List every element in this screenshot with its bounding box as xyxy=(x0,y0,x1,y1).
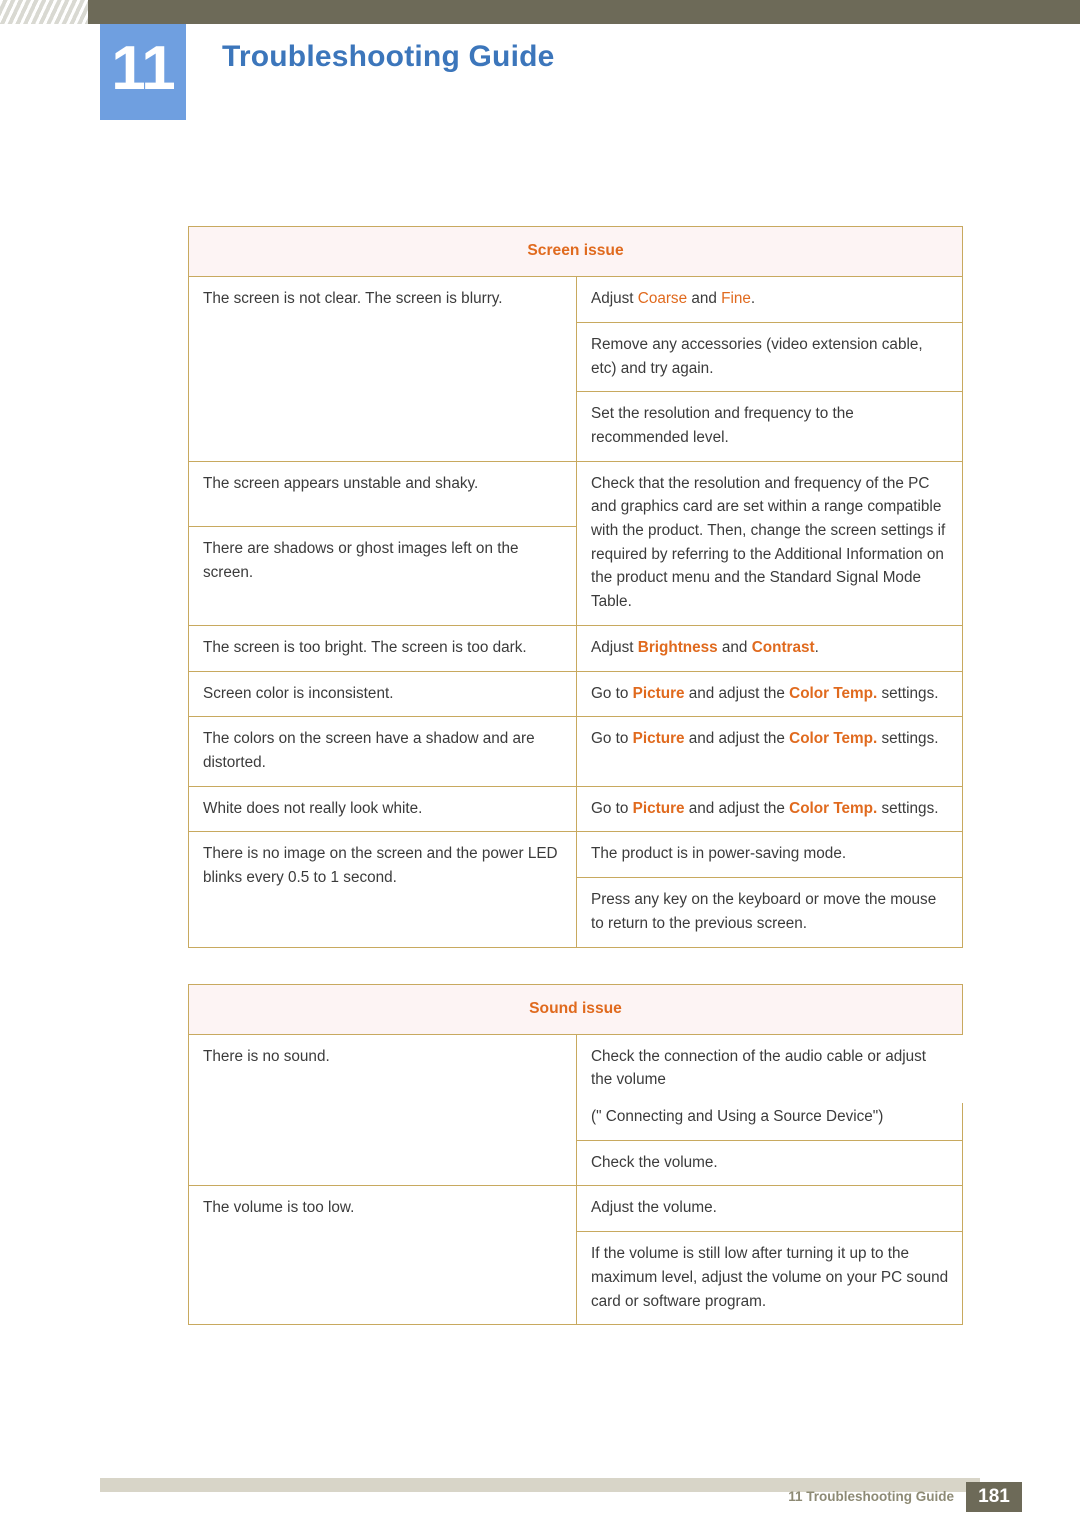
screen-issue-table: Screen issue The screen is not clear. Th… xyxy=(187,225,964,948)
section-title-screen-issue: Screen issue xyxy=(187,225,964,278)
table-row: Screen color is inconsistent. Go to Pict… xyxy=(188,670,964,718)
issue-text: White does not really look white. xyxy=(188,785,577,833)
solution-text: Check the volume. xyxy=(576,1139,963,1187)
sound-issue-table: Sound issue There is no sound. Check the… xyxy=(188,983,963,1326)
footer-label: 11 Troubleshooting Guide xyxy=(788,1489,954,1504)
solution-text: Adjust the volume. xyxy=(576,1185,963,1233)
issue-text: There is no image on the screen and the … xyxy=(188,831,577,948)
issue-text: The screen appears unstable and shaky. xyxy=(188,460,577,527)
solution-text: Check that the resolution and frequency … xyxy=(575,460,964,626)
solution-text: Check the connection of the audio cable … xyxy=(591,1047,927,1089)
issue-text: The screen is too bright. The screen is … xyxy=(188,624,577,672)
table-row: The volume is too low. Adjust the volume… xyxy=(188,1185,963,1326)
page-number-badge: 181 xyxy=(966,1482,1022,1512)
solution-text: The product is in power-saving mode. xyxy=(575,831,964,879)
section-title-sound-issue: Sound issue xyxy=(188,983,963,1035)
table-row: White does not really look white. Go to … xyxy=(188,785,964,833)
header-band xyxy=(0,0,1080,24)
solution-text: Go to Picture and adjust the Color Temp.… xyxy=(575,785,964,833)
solution-text: Set the resolution and frequency to the … xyxy=(575,391,964,462)
table-row: There is no sound. Check the connection … xyxy=(188,1033,963,1187)
issue-text: Screen color is inconsistent. xyxy=(188,670,577,718)
table-section-header-row: Sound issue xyxy=(188,983,963,1035)
table-row: The colors on the screen have a shadow a… xyxy=(188,716,964,787)
issue-text: There is no sound. xyxy=(188,1033,577,1187)
solution-text: (" Connecting and Using a Source Device"… xyxy=(576,1103,963,1141)
issue-text: There are shadows or ghost images left o… xyxy=(188,525,577,626)
chapter-number-badge: 11 xyxy=(100,24,186,120)
document-body: Screen issue The screen is not clear. Th… xyxy=(187,225,964,1326)
solution-text: Press any key on the keyboard or move th… xyxy=(575,877,964,948)
header-hatch-decoration xyxy=(0,0,88,24)
issue-text: The colors on the screen have a shadow a… xyxy=(188,716,577,787)
solution-text: Remove any accessories (video extension … xyxy=(575,321,964,393)
table-row: The screen appears unstable and shaky. C… xyxy=(188,460,964,626)
issue-text: The volume is too low. xyxy=(188,1185,577,1326)
table-row: There is no image on the screen and the … xyxy=(188,831,964,948)
table-row: The screen is not clear. The screen is b… xyxy=(188,276,964,462)
table-row: The screen is too bright. The screen is … xyxy=(188,624,964,672)
solution-text: Adjust Brightness and Contrast. xyxy=(575,624,964,672)
page-title: Troubleshooting Guide xyxy=(222,40,555,73)
solution-text: Go to Picture and adjust the Color Temp.… xyxy=(575,670,964,718)
issue-text: The screen is not clear. The screen is b… xyxy=(188,276,577,462)
solution-text: Adjust Coarse and Fine. xyxy=(575,276,964,323)
table-section-header-row: Screen issue xyxy=(187,225,964,278)
solution-text: Go to Picture and adjust the Color Temp.… xyxy=(575,716,964,787)
solution-text: If the volume is still low after turning… xyxy=(576,1231,963,1326)
